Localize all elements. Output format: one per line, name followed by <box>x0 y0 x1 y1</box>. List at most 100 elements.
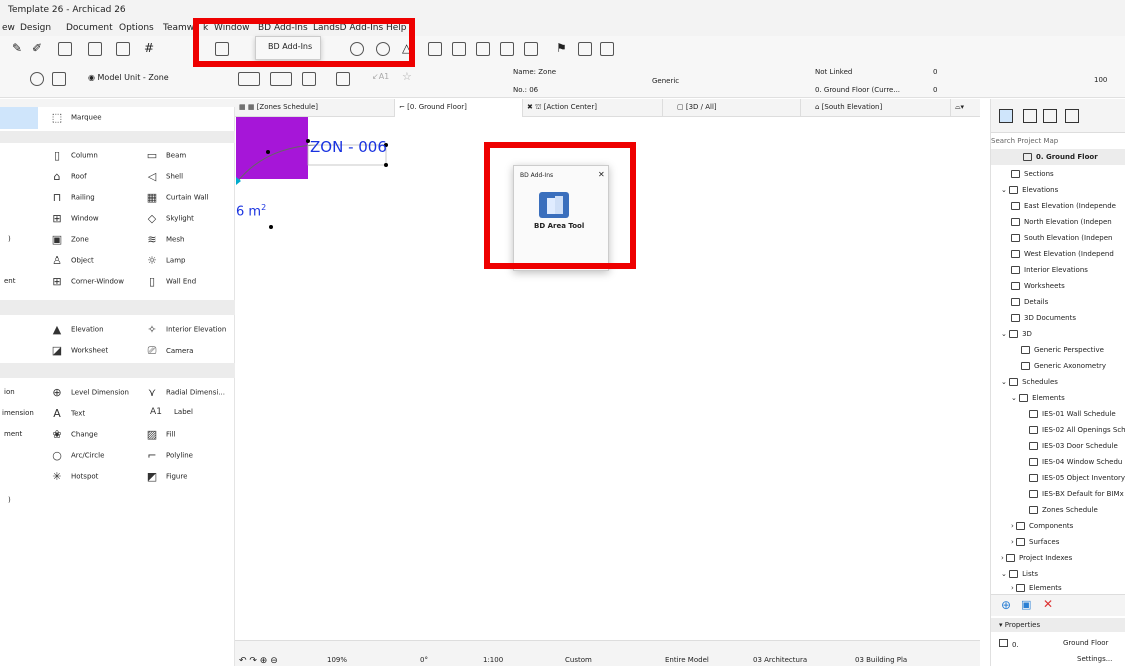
top-offset-value[interactable]: 0 <box>933 68 937 76</box>
viewpoint-section-header[interactable] <box>0 300 235 315</box>
tab-ground-floor[interactable]: ⌐ [0. Ground Floor] <box>395 99 523 117</box>
tab-south-elevation[interactable]: ⌂ [South Elevation] <box>801 99 951 117</box>
menu-view[interactable]: ew <box>2 23 15 33</box>
tab-zones-schedule[interactable]: ▦ ▦ [Zones Schedule] <box>235 99 395 117</box>
tool-interior-elevation[interactable]: ✧ Interior Elevation <box>145 323 226 336</box>
properties-icon[interactable] <box>578 42 592 56</box>
flag-icon[interactable]: ⚑ <box>556 41 570 55</box>
category-value[interactable]: Generic <box>652 77 679 85</box>
menu-options[interactable]: Options <box>119 23 154 33</box>
properties-value[interactable]: Ground Floor <box>1063 639 1108 647</box>
menu-teamwork-left[interactable]: Teamw <box>163 23 194 33</box>
add-view-icon[interactable]: ⊕ <box>1001 598 1011 612</box>
model-view-value[interactable]: Entire Model <box>665 656 709 664</box>
link-status[interactable]: Not Linked <box>815 68 852 76</box>
tool-roof[interactable]: ⌂ Roof <box>50 170 87 183</box>
nav-item-south-elevation[interactable]: South Elevation (Indepen <box>1011 234 1112 242</box>
nav-item-interior-elevations[interactable]: Interior Elevations <box>1011 266 1088 274</box>
zone-fill[interactable] <box>236 117 308 179</box>
nav-item-ies-04[interactable]: IES-04 Window Schedu <box>1029 458 1122 466</box>
tool-column[interactable]: ▯ Column <box>50 149 98 162</box>
nav-item-lists[interactable]: ⌄ Lists <box>1001 570 1038 578</box>
tool-skylight[interactable]: ◇ Skylight <box>145 212 194 225</box>
chevron-down-icon[interactable]: ⌄ <box>1001 330 1009 338</box>
tool-label[interactable]: A1 Label <box>145 407 193 417</box>
zone-area-label[interactable]: 6 m2 <box>236 203 266 219</box>
nav-item-project-indexes[interactable]: › Project Indexes <box>1001 554 1072 562</box>
nav-item-elevations[interactable]: ⌄ Elevations <box>1001 186 1058 194</box>
pen-set-value[interactable]: Custom <box>565 656 592 664</box>
nav-item-generic-perspective[interactable]: Generic Perspective <box>1021 346 1104 354</box>
chevron-down-icon[interactable]: ⌄ <box>1011 394 1019 402</box>
tool-change[interactable]: ❀ Change <box>50 428 97 441</box>
tool-zone[interactable]: ▣ Zone <box>50 233 89 246</box>
tool-wall-end[interactable]: ▯ Wall End <box>145 275 196 288</box>
tool-hotspot[interactable]: ✳ Hotspot <box>50 470 98 483</box>
angle-value[interactable]: 0° <box>420 656 428 664</box>
home-story-value[interactable]: 0. Ground Floor (Curre... <box>815 86 900 94</box>
hotspot-dot-1[interactable] <box>266 150 270 154</box>
magic-wand-icon[interactable] <box>336 72 350 86</box>
tool-mesh[interactable]: ≋ Mesh <box>145 233 184 246</box>
menu-design[interactable]: Design <box>20 23 51 33</box>
pen-icon[interactable]: ✐ <box>32 41 46 55</box>
pencil-icon[interactable]: ✎ <box>12 41 26 55</box>
menu-bd-addins[interactable]: BD Add-Ins <box>258 23 308 33</box>
nav-item-generic-axonometry[interactable]: Generic Axonometry <box>1021 362 1106 370</box>
scissors-icon[interactable] <box>428 42 442 56</box>
tool-fill[interactable]: ▨ Fill <box>145 428 176 441</box>
menu-document[interactable]: Document <box>66 23 113 33</box>
tab-overflow-menu[interactable]: ⌓▾ <box>955 99 980 117</box>
properties-header[interactable]: ▾ Properties <box>991 618 1125 632</box>
tool-railing[interactable]: ⊓ Railing <box>50 191 95 204</box>
nav-item-surfaces[interactable]: › Surfaces <box>1011 538 1059 546</box>
nav-item-east-elevation[interactable]: East Elevation (Independe <box>1011 202 1116 210</box>
tool-corner-window[interactable]: ⊞ Corner-Window <box>50 275 124 288</box>
view-map-icon[interactable] <box>1023 109 1037 123</box>
measure-icon[interactable] <box>452 42 466 56</box>
chevron-down-icon[interactable]: ⌄ <box>1001 570 1009 578</box>
bd-area-tool-button[interactable] <box>539 192 569 218</box>
menu-landsd-addins[interactable]: LandsD Add-Ins <box>313 23 383 33</box>
nav-item-details[interactable]: Details <box>1011 298 1048 306</box>
frame-icon[interactable] <box>500 42 514 56</box>
nav-item-ies-01[interactable]: IES-01 Wall Schedule <box>1029 410 1116 418</box>
tool-curtain-wall[interactable]: ▦ Curtain Wall <box>145 191 209 204</box>
nav-item-3d-documents[interactable]: 3D Documents <box>1011 314 1076 322</box>
menu-teamwork-right[interactable]: k <box>203 23 208 33</box>
menu-help[interactable]: Help <box>386 23 407 33</box>
nav-item-north-elevation[interactable]: North Elevation (Indepen <box>1011 218 1112 226</box>
undo-icon[interactable]: ↶ ↷ ⊕ ⊖ <box>239 656 278 666</box>
nav-item-components[interactable]: › Components <box>1011 522 1073 530</box>
clone-view-icon[interactable]: ▣ <box>1021 598 1031 611</box>
tool-window[interactable]: ⊞ Window <box>50 212 98 225</box>
nav-item-worksheets[interactable]: Worksheets <box>1011 282 1065 290</box>
tool-lamp[interactable]: ☼ Lamp <box>145 254 185 267</box>
layer-combo-value[interactable]: 03 Architectura <box>753 656 807 664</box>
palette-close-icon[interactable]: ✕ <box>598 170 605 179</box>
sun-icon[interactable] <box>376 42 390 56</box>
label-glyph-icon[interactable]: ↙A1 <box>372 72 389 81</box>
stairs-icon[interactable] <box>58 42 72 56</box>
tool-polyline[interactable]: ⌐ Polyline <box>145 449 193 462</box>
chevron-down-icon[interactable]: ⌄ <box>1001 378 1009 386</box>
grid-icon[interactable]: # <box>144 41 158 55</box>
tool-text[interactable]: A Text <box>50 407 85 420</box>
nav-item-3d[interactable]: ⌄ 3D <box>1001 330 1032 338</box>
window-icon[interactable] <box>215 42 229 56</box>
dropdown-item-bd-addins[interactable]: BD Add-Ins <box>268 42 312 51</box>
settings-button[interactable]: Settings... <box>1077 655 1112 663</box>
tool-level-dimension[interactable]: ⊕ Level Dimension <box>50 386 129 399</box>
hotspot-dot-4[interactable] <box>384 163 388 167</box>
publisher-sets-icon[interactable] <box>1065 109 1079 123</box>
nav-item-elements[interactable]: ⌄ Elements <box>1011 394 1065 402</box>
nav-item-schedules[interactable]: ⌄ Schedules <box>1001 378 1058 386</box>
tab-action-center[interactable]: ✖ ⛫ [Action Center] <box>523 99 663 117</box>
rectangle-method-icon[interactable] <box>270 72 292 86</box>
layout-icon[interactable] <box>116 42 130 56</box>
menu-window[interactable]: Window <box>214 23 250 33</box>
tool-shell[interactable]: ◁ Shell <box>145 170 183 183</box>
scale-value[interactable]: 100 <box>1094 76 1107 84</box>
arrow-tool-selected[interactable] <box>0 107 38 129</box>
tool-arc-circle[interactable]: ○ Arc/Circle <box>50 449 104 462</box>
